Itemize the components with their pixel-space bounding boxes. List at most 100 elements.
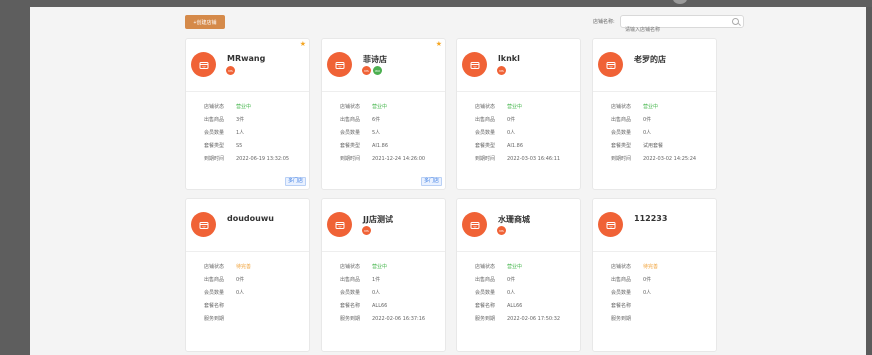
shop-card[interactable]: 水珊商城 MS 店铺状态 营业中 出售商品 0件 会员数量 0人 套餐名称 ALL66 服务到期 20… <box>456 198 581 352</box>
info-row-package: 套餐名称 <box>611 303 658 316</box>
shop-info: 店铺状态 营业中 出售商品 1件 会员数量 0人 套餐名称 ALL66 服务到期 2022-02-… <box>340 264 425 329</box>
shop-icon-glyph <box>199 61 208 69</box>
star-icon[interactable]: ★ <box>436 40 442 48</box>
info-row-expiry: 到期时间 2022-03-02 14:25:24 <box>611 156 696 169</box>
info-label: 会员数量 <box>340 130 361 136</box>
card-divider <box>593 91 716 92</box>
info-row-members: 会员数量 1人 <box>204 130 289 143</box>
search-icon[interactable] <box>732 18 739 25</box>
shop-badges: MS <box>362 226 371 235</box>
info-value-package: ALL66 <box>372 303 388 309</box>
info-label: 套餐名称 <box>340 303 361 309</box>
info-row-members: 会员数量 0人 <box>204 290 251 303</box>
shop-info: 店铺状态 待完善 出售商品 0件 会员数量 0人 套餐名称 服务到期 <box>611 264 658 329</box>
info-row-status: 店铺状态 营业中 <box>475 104 560 117</box>
info-value-package: AI1.86 <box>372 143 389 149</box>
info-row-package: 套餐类型 试用套餐 <box>611 143 696 156</box>
info-label: 会员数量 <box>475 290 496 296</box>
shop-icon-glyph <box>606 221 615 229</box>
multi-store-tag[interactable]: 多门店 <box>420 177 442 186</box>
info-value-package: AI1.86 <box>507 143 524 149</box>
shop-badges: MS <box>226 66 235 75</box>
shop-card[interactable]: ★ 菲诗店 MS WX 店铺状态 营业中 出售商品 6件 会员数量 5人 套餐类型 AI1.86 到期时… <box>321 38 446 190</box>
info-value-status: 待完善 <box>643 264 659 270</box>
shop-card[interactable]: 老罗的店 店铺状态 营业中 出售商品 0件 会员数量 0人 套餐类型 试用套餐 到期时间 2022-… <box>592 38 717 190</box>
info-value-members: 0人 <box>507 130 516 136</box>
ms-badge-icon: MS <box>226 66 235 75</box>
card-divider <box>457 91 580 92</box>
card-divider <box>322 251 445 252</box>
shop-info: 店铺状态 待完善 出售商品 0件 会员数量 0人 套餐名称 服务到期 <box>204 264 251 329</box>
info-row-status: 店铺状态 待完善 <box>611 264 658 277</box>
multi-store-tag[interactable]: 多门店 <box>284 177 306 186</box>
info-value-members: 0人 <box>372 290 381 296</box>
shop-list-panel: +创建店铺 店铺名称: ★MRwangMS店铺状态营业中出售商品3件会员数量1人… <box>30 7 866 355</box>
shop-icon <box>327 52 352 77</box>
info-row-members: 会员数量 0人 <box>475 130 560 143</box>
info-row-products: 出售商品 1件 <box>340 277 425 290</box>
info-value-status: 待完善 <box>236 264 252 270</box>
shop-icon <box>327 212 352 237</box>
info-label: 会员数量 <box>204 290 225 296</box>
search-box[interactable] <box>620 15 744 36</box>
info-value-package: ALL66 <box>507 303 523 309</box>
card-divider <box>186 251 309 252</box>
info-value-members: 0人 <box>643 290 652 296</box>
ms-badge-icon: MS <box>497 66 506 75</box>
info-value-expiry: 2022-02-06 17:50:32 <box>507 316 561 322</box>
info-row-products: 出售商品 0件 <box>611 117 696 130</box>
info-row-products: 出售商品 3件 <box>204 117 289 130</box>
shop-name: JJ店测试 <box>363 215 393 224</box>
card-divider <box>457 251 580 252</box>
info-label: 套餐类型 <box>204 143 225 149</box>
star-icon[interactable]: ★ <box>300 40 306 48</box>
info-label: 套餐名称 <box>204 303 225 309</box>
left-overlay <box>0 0 30 355</box>
search-input[interactable] <box>621 24 729 36</box>
info-label: 店铺状态 <box>475 104 496 110</box>
shop-name: MRwang <box>227 54 266 63</box>
info-label: 服务到期 <box>340 316 361 322</box>
info-label: 服务到期 <box>204 316 225 322</box>
info-row-expiry: 服务到期 2022-02-06 16:37:16 <box>340 316 425 329</box>
shop-icon <box>191 52 216 77</box>
card-divider <box>186 91 309 92</box>
shop-name: doudouwu <box>227 214 274 223</box>
shop-name: lknkl <box>498 54 520 63</box>
card-divider <box>322 91 445 92</box>
shop-card[interactable]: lknkl MS 店铺状态 营业中 出售商品 0件 会员数量 0人 套餐类型 AI1.86 到期时间… <box>456 38 581 190</box>
create-shop-button[interactable]: +创建店铺 <box>185 15 225 29</box>
info-label: 服务到期 <box>475 316 496 322</box>
info-label: 服务到期 <box>611 316 632 322</box>
shop-badges: MS <box>497 66 506 75</box>
card-divider <box>593 251 716 252</box>
shop-card[interactable]: doudouwu 店铺状态 待完善 出售商品 0件 会员数量 0人 套餐名称 服务到期 <box>185 198 310 352</box>
info-label: 会员数量 <box>340 290 361 296</box>
ms-badge-icon: MS <box>497 226 506 235</box>
info-value-products: 1件 <box>372 277 381 283</box>
info-row-package: 套餐名称 ALL66 <box>475 303 560 316</box>
info-value-expiry: 2021-12-24 14:26:00 <box>372 156 426 162</box>
shop-icon-glyph <box>199 221 208 229</box>
info-value-products: 0件 <box>643 277 652 283</box>
info-row-expiry: 到期时间 2022-03-03 16:46:11 <box>475 156 560 169</box>
info-value-package: S5 <box>236 143 243 149</box>
info-row-members: 会员数量 0人 <box>611 290 658 303</box>
info-row-expiry: 服务到期 <box>204 316 251 329</box>
top-bar <box>0 0 872 7</box>
shop-card[interactable]: ★ MRwang MS 店铺状态 营业中 出售商品 3件 会员数量 1人 套餐类型 S5 到期时间 20… <box>185 38 310 190</box>
info-row-products: 出售商品 6件 <box>340 117 425 130</box>
info-label: 店铺状态 <box>204 264 225 270</box>
shop-card[interactable]: 112233 店铺状态 待完善 出售商品 0件 会员数量 0人 套餐名称 服务到期 <box>592 198 717 352</box>
panel-background <box>30 7 866 355</box>
info-label: 店铺状态 <box>611 264 632 270</box>
info-row-members: 会员数量 0人 <box>340 290 425 303</box>
info-label: 会员数量 <box>475 130 496 136</box>
shop-badges: MS <box>497 226 506 235</box>
shop-icon <box>462 212 487 237</box>
info-value-status: 营业中 <box>507 264 523 270</box>
info-label: 店铺状态 <box>611 104 632 110</box>
info-label: 套餐类型 <box>475 143 496 149</box>
info-label: 出售商品 <box>611 117 632 123</box>
shop-card[interactable]: JJ店测试 MS 店铺状态 营业中 出售商品 1件 会员数量 0人 套餐名称 ALL66 服务到期 2… <box>321 198 446 352</box>
